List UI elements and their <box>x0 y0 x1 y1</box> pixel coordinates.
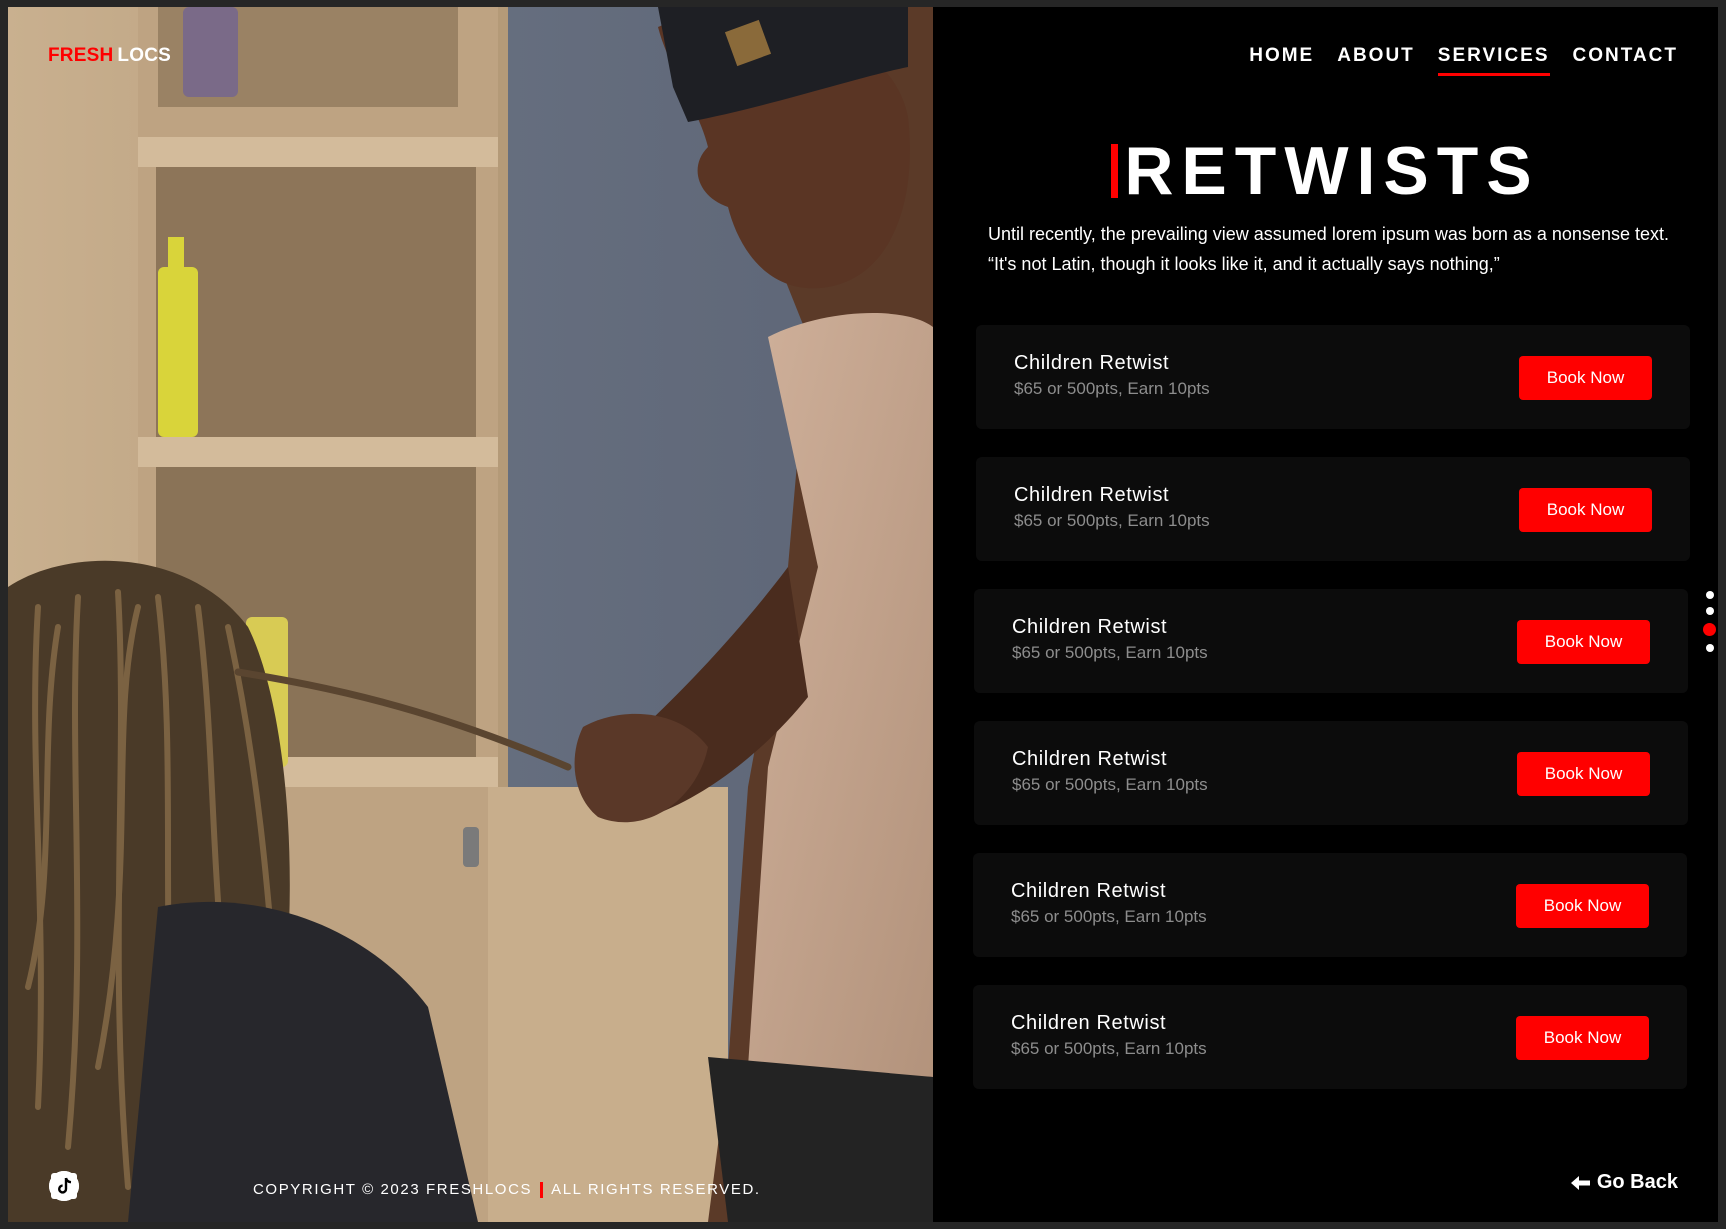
book-now-button[interactable]: Book Now <box>1516 1016 1649 1060</box>
service-card: Children Retwist $65 or 500pts, Earn 10p… <box>976 325 1690 429</box>
page-intro: Until recently, the prevailing view assu… <box>988 224 1669 274</box>
main-nav: HOME ABOUT SERVICES CONTACT <box>1249 45 1678 76</box>
page-dot[interactable] <box>1705 607 1714 615</box>
go-back-link[interactable]: Go Back <box>1570 1171 1678 1194</box>
page-dot[interactable] <box>1705 591 1714 599</box>
service-price: $65 or 500pts, Earn 10pts <box>1012 643 1208 662</box>
hero-photo: FRESH LOCS COPYRIGHT © 2023 FRESHLOCS AL… <box>8 7 933 1222</box>
brand-logo[interactable]: FRESH LOCS <box>48 45 171 67</box>
service-card: Children Retwist $65 or 500pts, Earn 10p… <box>974 589 1688 693</box>
page-heading: RETWISTS <box>933 137 1718 205</box>
service-card: Children Retwist $65 or 500pts, Earn 10p… <box>973 853 1687 957</box>
page-dot-active[interactable] <box>1703 623 1716 636</box>
barber-photo-illustration <box>8 7 933 1222</box>
book-now-button[interactable]: Book Now <box>1517 752 1650 796</box>
services-panel: HOME ABOUT SERVICES CONTACT RETWISTS Unt… <box>933 7 1718 1222</box>
nav-contact[interactable]: CONTACT <box>1573 45 1678 76</box>
social-links <box>48 1170 212 1202</box>
service-price: $65 or 500pts, Earn 10pts <box>1011 1039 1207 1058</box>
copyright-separator <box>540 1181 544 1198</box>
book-now-button[interactable]: Book Now <box>1519 488 1652 532</box>
nav-home[interactable]: HOME <box>1249 45 1314 76</box>
service-price: $65 or 500pts, Earn 10pts <box>1011 907 1207 926</box>
service-name: Children Retwist <box>1012 616 1168 638</box>
heading-accent-bar <box>1111 144 1119 198</box>
tiktok-icon[interactable] <box>51 1170 212 1202</box>
copyright-text: COPYRIGHT © 2023 FRESHLOCS ALL RIGHTS RE… <box>253 1181 761 1198</box>
service-card: Children Retwist $65 or 500pts, Earn 10p… <box>973 985 1687 1089</box>
page-dots <box>1703 591 1716 652</box>
book-now-button[interactable]: Book Now <box>1517 620 1650 664</box>
brand-logo-locs: LOCS <box>117 45 171 66</box>
service-price: $65 or 500pts, Earn 10pts <box>1014 511 1210 530</box>
service-name: Children Retwist <box>1014 352 1170 374</box>
service-name: Children Retwist <box>1012 748 1168 770</box>
arrow-left-icon <box>1570 1175 1590 1190</box>
service-card: Children Retwist $65 or 500pts, Earn 10p… <box>976 457 1690 561</box>
service-name: Children Retwist <box>1014 484 1170 506</box>
page-frame: FRESH LOCS COPYRIGHT © 2023 FRESHLOCS AL… <box>8 7 1718 1222</box>
nav-services[interactable]: SERVICES <box>1437 45 1550 76</box>
service-name: Children Retwist <box>1011 880 1167 902</box>
go-back-label: Go Back <box>1596 1171 1678 1193</box>
page-title: RETWISTS <box>1124 133 1540 209</box>
copyright-left: COPYRIGHT © 2023 FRESHLOCS <box>253 1181 533 1198</box>
page-dot[interactable] <box>1705 644 1714 652</box>
copyright-right: ALL RIGHTS RESERVED. <box>551 1181 761 1198</box>
nav-about[interactable]: ABOUT <box>1337 45 1415 76</box>
service-price: $65 or 500pts, Earn 10pts <box>1012 775 1208 794</box>
facebook-icon[interactable] <box>49 1170 146 1202</box>
brand-logo-fresh: FRESH <box>48 45 114 66</box>
service-name: Children Retwist <box>1011 1012 1167 1034</box>
book-now-button[interactable]: Book Now <box>1519 356 1652 400</box>
service-card: Children Retwist $65 or 500pts, Earn 10p… <box>974 721 1688 825</box>
book-now-button[interactable]: Book Now <box>1516 884 1649 928</box>
service-price: $65 or 500pts, Earn 10pts <box>1014 379 1210 398</box>
